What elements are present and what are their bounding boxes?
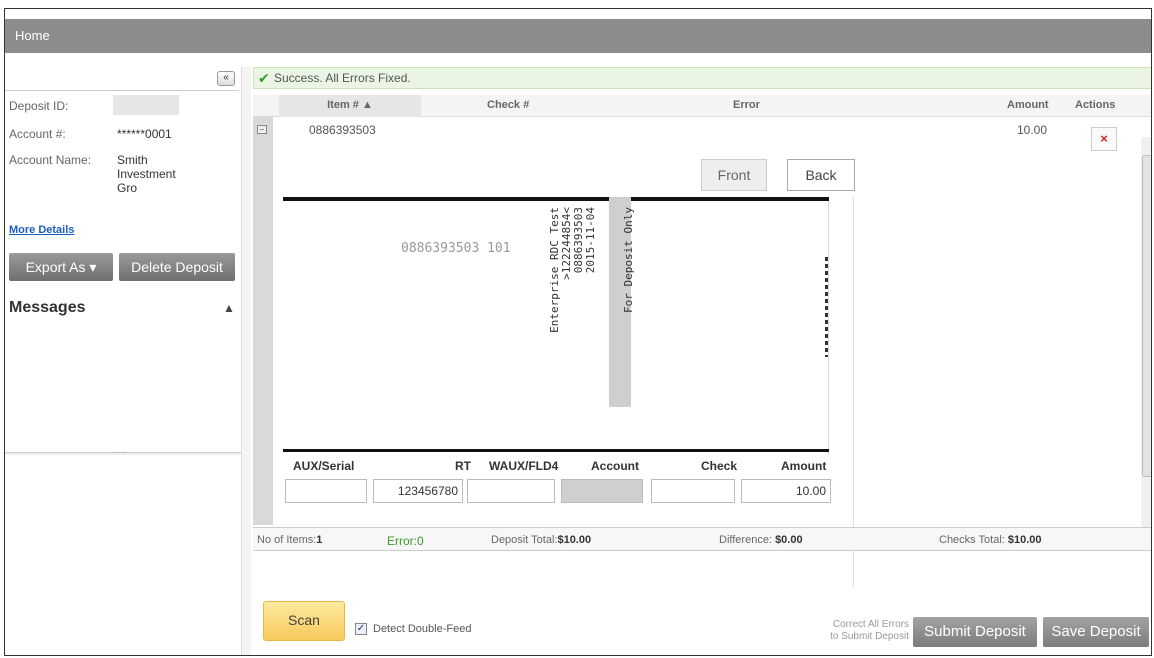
more-details-link[interactable]: More Details	[9, 224, 74, 236]
success-banner: ✔ Success. All Errors Fixed.	[253, 67, 1151, 89]
top-nav-bar: Home	[5, 19, 1151, 53]
checkmark-icon: ✔	[258, 70, 270, 86]
column-item-number[interactable]: Item # ▲	[279, 95, 421, 117]
waux-header: WAUX/FLD4	[489, 459, 559, 473]
delete-deposit-button[interactable]: Delete Deposit	[119, 253, 235, 281]
image-border-bottom	[283, 449, 829, 452]
account-header: Account	[591, 459, 639, 473]
waux-input[interactable]	[467, 479, 555, 503]
collapse-sidebar-icon[interactable]: «	[217, 71, 235, 86]
tab-front[interactable]: Front	[701, 159, 767, 191]
resize-handle-dots: .....	[113, 445, 126, 455]
error-count-label: Error:	[387, 534, 417, 548]
sidebar-divider	[241, 67, 251, 655]
tab-back[interactable]: Back	[787, 159, 855, 191]
deposit-id-label: Deposit ID:	[9, 99, 69, 113]
image-dash-mark	[825, 257, 828, 357]
aux-serial-header: AUX/Serial	[293, 459, 355, 473]
account-input-redacted[interactable]	[561, 479, 643, 503]
correct-errors-note: Correct All Errors to Submit Deposit	[809, 619, 909, 643]
account-number-value: ******0001	[117, 127, 172, 141]
check-header: Check	[701, 459, 738, 473]
items-grid: − 0886393503 10.00 × Front Back 08863935…	[253, 117, 1139, 587]
amount-cell: 10.00	[1017, 123, 1048, 137]
endorsement-stamp: For Deposit Only 2015-11-04 0886393503 >…	[545, 203, 665, 403]
aux-serial-input[interactable]	[285, 479, 367, 503]
scan-button[interactable]: Scan	[263, 601, 345, 641]
account-name-value-line-3: Gro	[117, 181, 138, 195]
row-gutter: −	[253, 117, 273, 525]
items-count: No of Items:1	[257, 534, 322, 546]
scrollbar-thumb[interactable]	[1142, 155, 1151, 477]
amount-input[interactable]: 10.00	[741, 479, 831, 503]
correct-note-line-1: Correct All Errors	[832, 619, 909, 630]
app-frame: Home « Deposit ID: Account #: ******0001…	[4, 8, 1152, 656]
column-error[interactable]: Error	[733, 99, 760, 111]
checks-total-label: Checks Total:	[939, 534, 1005, 546]
grid-scrollbar[interactable]	[1141, 137, 1151, 529]
export-as-button[interactable]: Export As ▾	[9, 253, 113, 281]
detect-double-feed-label: Detect Double-Feed	[373, 623, 472, 635]
item-number-cell: 0886393503	[309, 123, 376, 137]
deposit-main-panel: ✔ Success. All Errors Fixed. Item # ▲ Ch…	[253, 67, 1151, 655]
items-table-header: Item # ▲ Check # Error Amount Actions	[253, 95, 1151, 117]
difference-label: Difference:	[719, 534, 772, 546]
checks-total: Checks Total: $10.00	[939, 534, 1042, 546]
deposit-total-label: Deposit Total:	[491, 534, 558, 546]
endorsement-line-2: 2015-11-04	[584, 207, 597, 274]
check-back-image: 0886393503 101 For Deposit Only 2015-11-…	[283, 197, 829, 455]
account-name-value-line-1: Smith	[117, 153, 148, 167]
endorsement-line-3: 0886393503	[572, 207, 585, 274]
correct-note-line-2: to Submit Deposit	[830, 631, 909, 642]
deposit-total: Deposit Total:$10.00	[491, 534, 591, 546]
image-border-top	[283, 197, 829, 201]
account-number-label: Account #:	[9, 127, 66, 141]
deposit-id-value-redacted	[113, 95, 179, 115]
sidebar-header: «	[5, 67, 239, 91]
account-name-label: Account Name:	[9, 153, 92, 167]
detect-double-feed-checkbox[interactable]: ✓	[355, 623, 367, 635]
column-actions: Actions	[1075, 99, 1116, 111]
submit-deposit-button[interactable]: Submit Deposit	[913, 617, 1037, 647]
deposit-total-value: $10.00	[557, 534, 592, 546]
rt-header: RT	[455, 459, 471, 473]
column-amount[interactable]: Amount	[1007, 99, 1049, 111]
difference-value: $0.00	[775, 534, 803, 546]
messages-title: Messages	[9, 299, 86, 316]
difference: Difference: $0.00	[719, 534, 803, 546]
deposit-sidebar: « Deposit ID: Account #: ******0001 Acco…	[5, 67, 241, 655]
items-count-value: 1	[316, 534, 323, 546]
amount-header: Amount	[781, 459, 827, 473]
account-name-value-line-2: Investment	[117, 167, 176, 181]
delete-item-icon[interactable]: ×	[1091, 127, 1117, 151]
checks-total-value: $10.00	[1007, 534, 1042, 546]
home-tab[interactable]: Home	[15, 28, 50, 43]
collapse-row-icon[interactable]: −	[257, 125, 267, 134]
success-message: Success. All Errors Fixed.	[274, 71, 411, 85]
save-deposit-button[interactable]: Save Deposit	[1043, 617, 1149, 647]
chevron-down-icon: ▾	[89, 259, 97, 275]
error-count: Error:0	[387, 534, 424, 548]
endorsement-line-1: For Deposit Only	[622, 207, 635, 313]
deposit-summary-bar: No of Items:1 Error:0 Deposit Total:$10.…	[253, 527, 1151, 551]
rt-input[interactable]: 123456780	[373, 479, 463, 503]
endorsement-line-4: >122244854<	[560, 207, 573, 280]
messages-resize-handle[interactable]: .....	[5, 445, 241, 455]
collapse-up-icon[interactable]: ▲	[223, 301, 235, 315]
column-check-number[interactable]: Check #	[487, 99, 529, 111]
error-count-value: 0	[417, 534, 424, 548]
check-micr-print: 0886393503 101	[401, 241, 511, 256]
export-as-label: Export As	[25, 259, 86, 275]
endorsement-line-5: Enterprise RDC Test	[548, 207, 561, 333]
check-input[interactable]	[651, 479, 735, 503]
items-count-label: No of Items:	[257, 534, 317, 546]
